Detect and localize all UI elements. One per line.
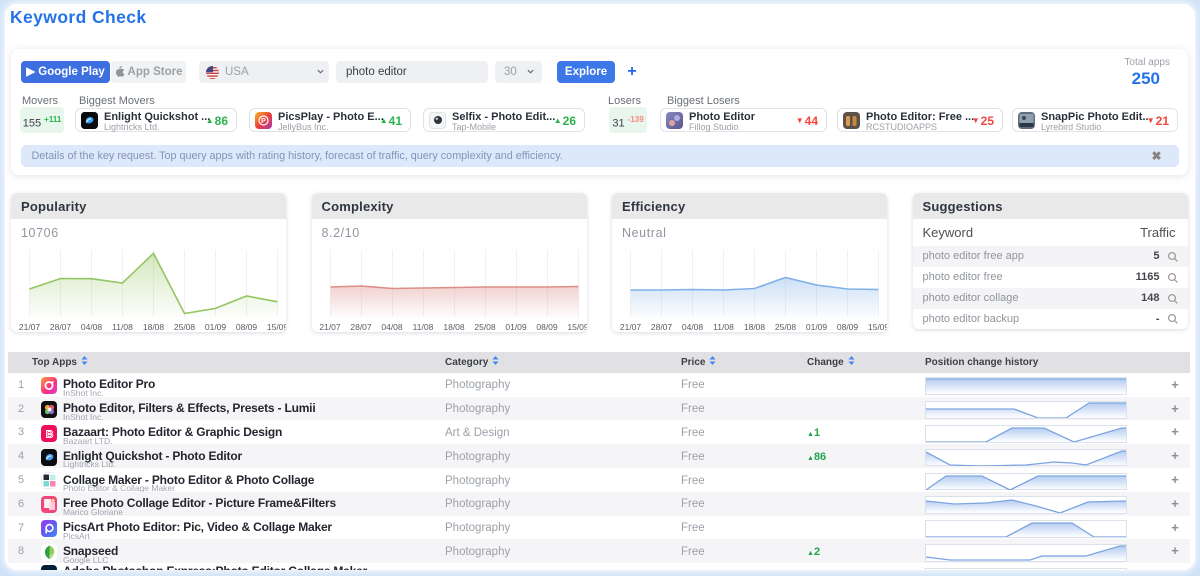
svg-text:B: B — [45, 428, 53, 440]
svg-text:Ps: Ps — [44, 569, 53, 570]
svg-text:P: P — [261, 118, 266, 125]
